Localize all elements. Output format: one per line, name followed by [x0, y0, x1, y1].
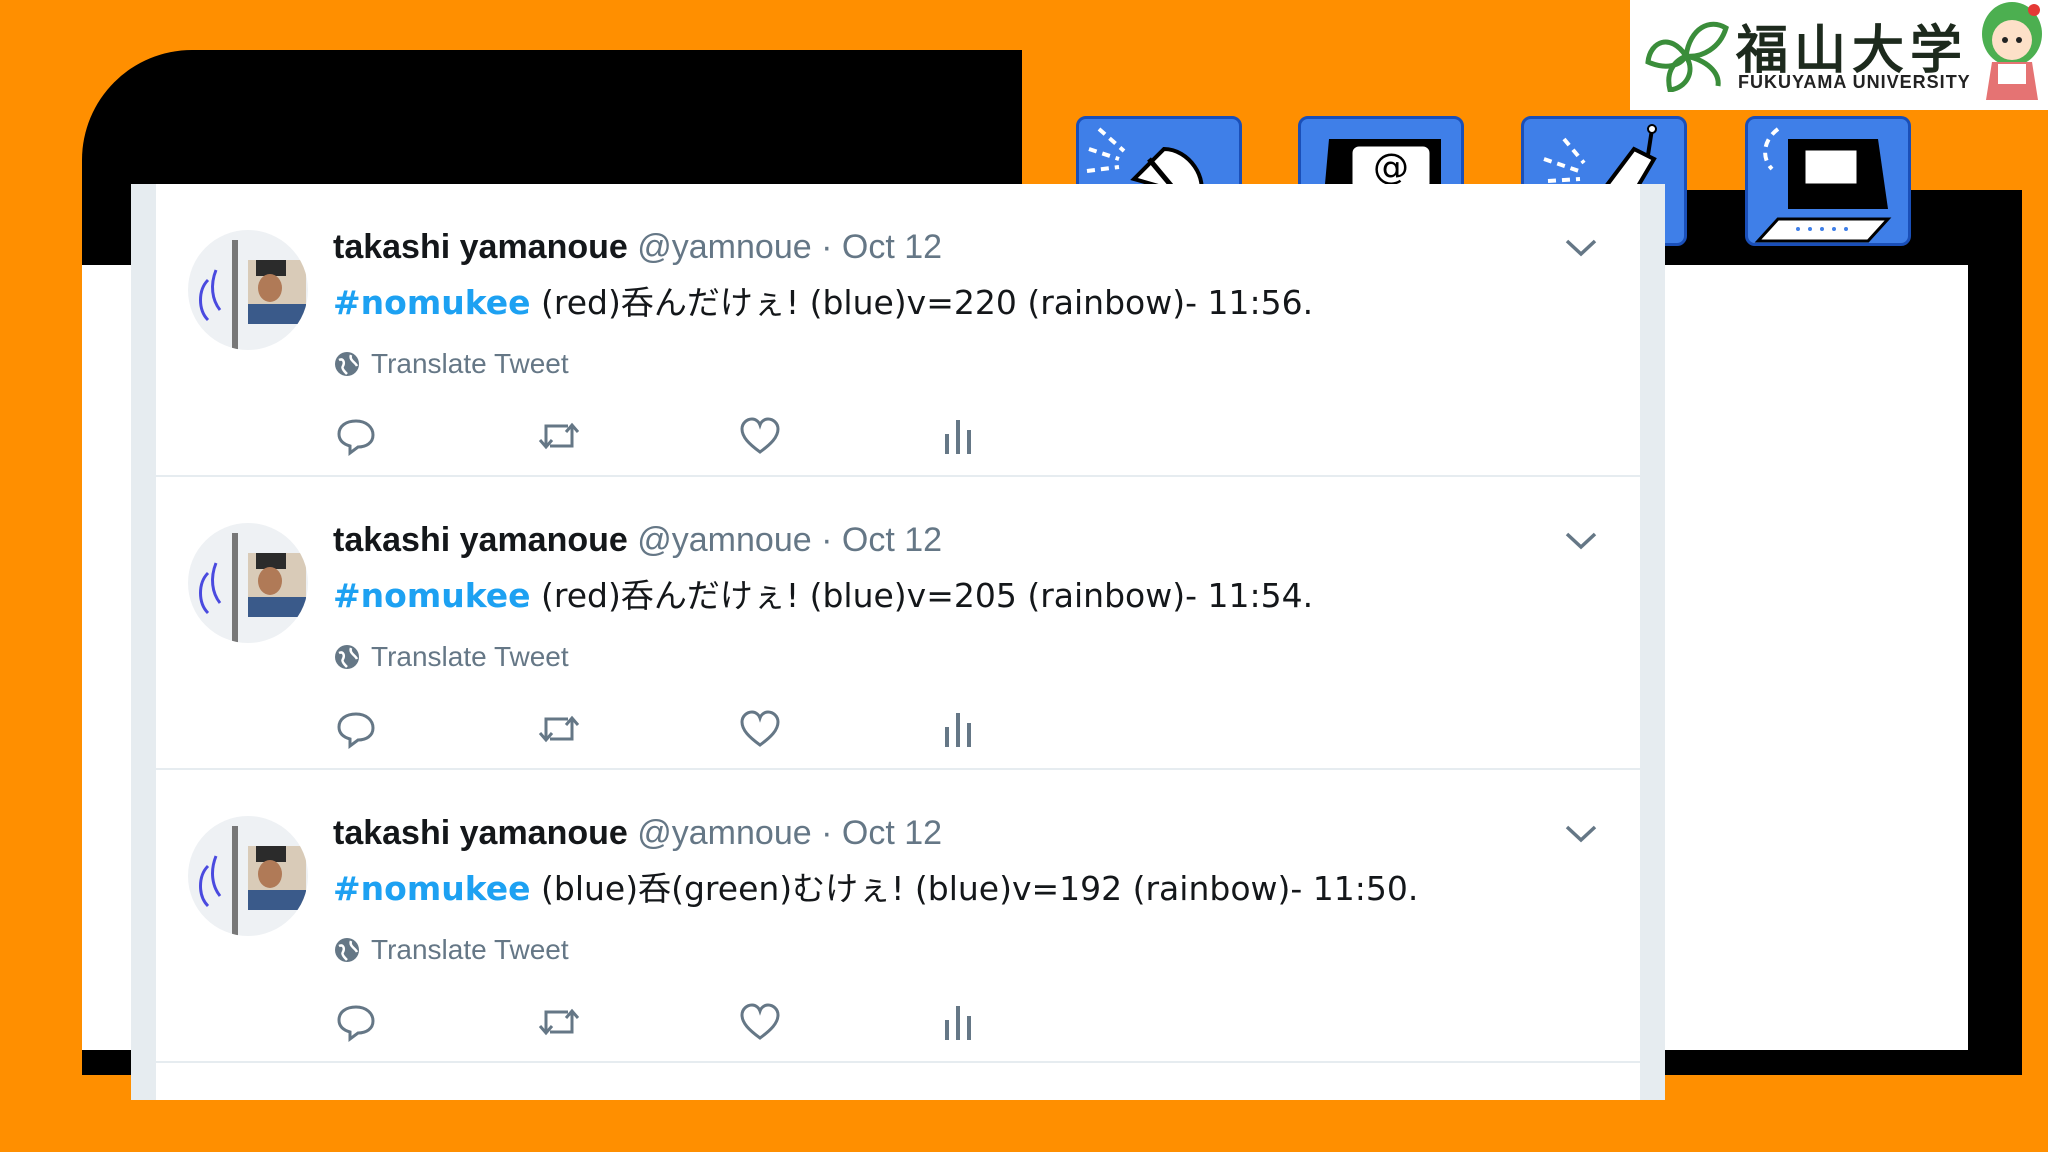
tweet-body: (blue)呑(green)むけぇ! (blue)v=192 (rainbow)… — [530, 869, 1419, 908]
like-heart-icon[interactable] — [739, 1002, 781, 1042]
analytics-icon[interactable] — [942, 1002, 974, 1042]
tweet-date[interactable]: Oct 12 — [842, 814, 942, 852]
retweet-icon[interactable] — [536, 416, 582, 456]
author-name[interactable]: takashi yamanoue — [333, 228, 628, 266]
chevron-down-icon[interactable] — [1564, 238, 1598, 258]
tweet-actions — [336, 709, 1036, 753]
tweet-date[interactable]: Oct 12 — [842, 521, 942, 559]
translate-tweet-link[interactable]: Translate Tweet — [333, 934, 569, 966]
author-handle[interactable]: @yamnoue — [637, 814, 811, 852]
tweet-body: (red)呑んだけぇ! (blue)v=220 (rainbow)- 11:56… — [530, 283, 1314, 322]
tweet-body: (red)呑んだけぇ! (blue)v=205 (rainbow)- 11:54… — [530, 576, 1314, 615]
reply-icon[interactable] — [336, 416, 376, 456]
avatar-image — [199, 826, 306, 936]
avatar-image — [199, 533, 306, 643]
author-name[interactable]: takashi yamanoue — [333, 521, 628, 559]
analytics-icon[interactable] — [942, 416, 974, 456]
tweet-text: #nomukee (blue)呑(green)むけぇ! (blue)v=192 … — [333, 862, 1418, 910]
translate-tweet-link[interactable]: Translate Tweet — [333, 641, 569, 673]
university-logo: 福山大学 FUKUYAMA UNIVERSITY — [1630, 0, 2048, 110]
mascot-icon — [1982, 2, 2042, 100]
translate-label: Translate Tweet — [371, 934, 569, 965]
chevron-down-icon[interactable] — [1564, 824, 1598, 844]
hashtag-link[interactable]: #nomukee — [333, 283, 531, 322]
tweet-text: #nomukee (red)呑んだけぇ! (blue)v=205 (rainbo… — [333, 569, 1313, 617]
computer-icon-button[interactable] — [1745, 116, 1911, 246]
author-handle[interactable]: @yamnoue — [637, 228, 811, 266]
chevron-down-icon[interactable] — [1564, 531, 1598, 551]
globe-icon — [335, 938, 359, 962]
retweet-icon[interactable] — [536, 709, 582, 749]
author-name[interactable]: takashi yamanoue — [333, 814, 628, 852]
reply-icon[interactable] — [336, 709, 376, 749]
translate-label: Translate Tweet — [371, 641, 569, 672]
translate-tweet-link[interactable]: Translate Tweet — [333, 348, 569, 380]
tweet-actions — [336, 1002, 1036, 1046]
tweet-header: takashi yamanoue @yamnoue · Oct 12 — [333, 521, 942, 560]
avatar-image — [199, 240, 306, 350]
like-heart-icon[interactable] — [739, 709, 781, 749]
computer-icon — [1754, 127, 1892, 243]
tweet-text: #nomukee (red)呑んだけぇ! (blue)v=220 (rainbo… — [333, 276, 1313, 324]
avatar[interactable] — [188, 230, 308, 350]
separator: · — [821, 814, 833, 852]
author-handle[interactable]: @yamnoue — [637, 521, 811, 559]
leaf-logo-icon — [1645, 21, 1729, 92]
tweet-item[interactable]: takashi yamanoue @yamnoue · Oct 12 #nomu… — [156, 477, 1640, 770]
like-heart-icon[interactable] — [739, 416, 781, 456]
analytics-icon[interactable] — [942, 709, 974, 749]
twitter-feed: takashi yamanoue @yamnoue · Oct 12 #nomu… — [131, 184, 1665, 1100]
hashtag-link[interactable]: #nomukee — [333, 576, 531, 615]
globe-icon — [335, 352, 359, 376]
separator: · — [821, 228, 833, 266]
tweet-item[interactable]: takashi yamanoue @yamnoue · Oct 12 #nomu… — [156, 770, 1640, 1063]
tweet-list: takashi yamanoue @yamnoue · Oct 12 #nomu… — [156, 184, 1640, 1100]
tweet-header: takashi yamanoue @yamnoue · Oct 12 — [333, 228, 942, 267]
tweet-date[interactable]: Oct 12 — [842, 228, 942, 266]
avatar[interactable] — [188, 816, 308, 936]
separator: · — [821, 521, 833, 559]
globe-icon — [335, 645, 359, 669]
tweet-actions — [336, 416, 1036, 460]
avatar[interactable] — [188, 523, 308, 643]
tweet-item[interactable]: takashi yamanoue @yamnoue · Oct 12 #nomu… — [156, 184, 1640, 477]
hashtag-link[interactable]: #nomukee — [333, 869, 531, 908]
retweet-icon[interactable] — [536, 1002, 582, 1042]
tweet-header: takashi yamanoue @yamnoue · Oct 12 — [333, 814, 942, 853]
university-name-en: FUKUYAMA UNIVERSITY — [1738, 72, 1971, 92]
translate-label: Translate Tweet — [371, 348, 569, 379]
svg-text:@: @ — [1373, 147, 1409, 188]
reply-icon[interactable] — [336, 1002, 376, 1042]
